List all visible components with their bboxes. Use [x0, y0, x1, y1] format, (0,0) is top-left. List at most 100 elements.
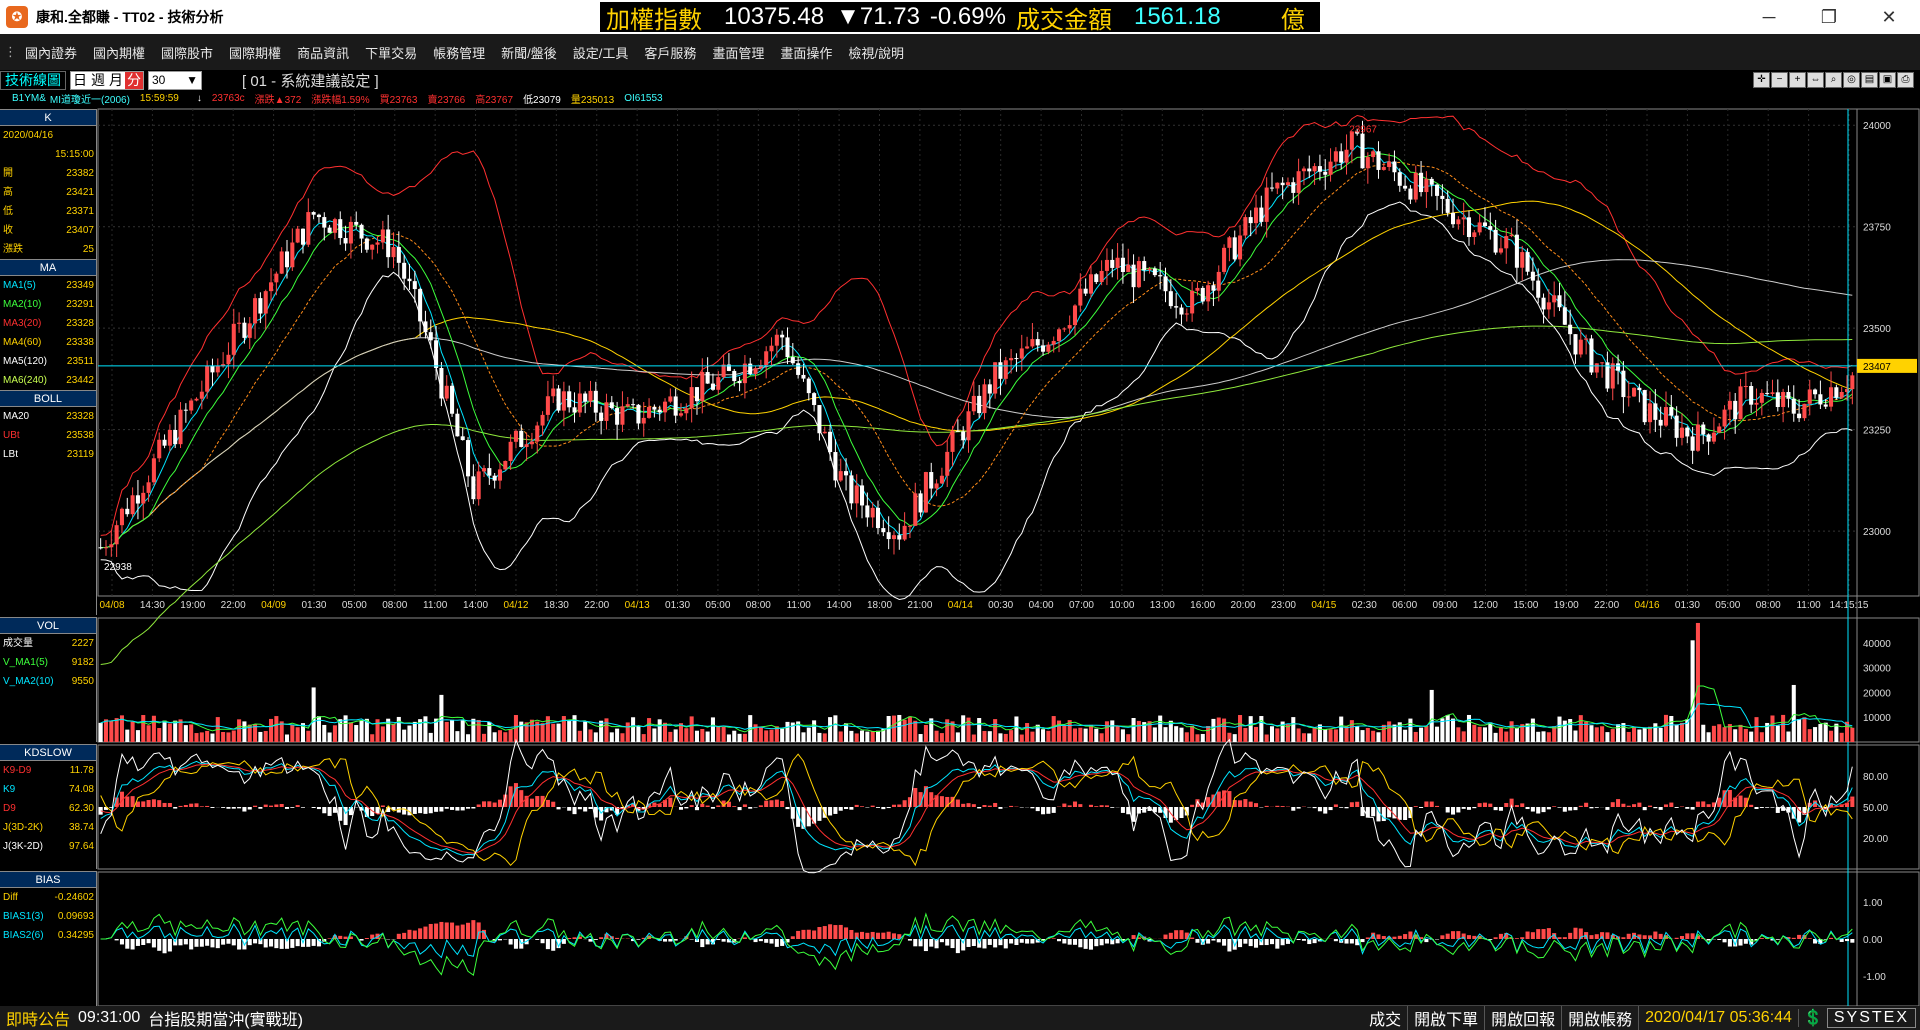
volume-bar: [103, 719, 109, 742]
kd-diff-bar: [939, 796, 944, 807]
candle-body: [444, 385, 449, 399]
bias-diff-bar: [1727, 939, 1732, 947]
bias-diff-bar: [971, 939, 976, 947]
volume-bar: [199, 732, 204, 742]
candle-body: [977, 395, 982, 414]
candle-body: [785, 337, 790, 358]
candle-body: [1419, 172, 1424, 193]
crosshair-icon[interactable]: ✛: [1753, 72, 1770, 88]
bias-diff-bar: [689, 939, 694, 940]
candle-body: [130, 495, 135, 515]
minimize-icon[interactable]: ─: [1746, 0, 1792, 34]
kd-diff-bar: [977, 807, 982, 809]
kd-diff-bar: [1099, 805, 1104, 807]
status-open-order-button[interactable]: 開啟下單: [1408, 1006, 1486, 1030]
indicator-setting[interactable]: [ 01 - 系統建議設定 ]: [242, 70, 379, 91]
menu-item[interactable]: 商品資訊: [289, 43, 357, 62]
candle-body: [1658, 419, 1663, 426]
kd-diff-bar: [545, 799, 550, 807]
status-open-report-button[interactable]: 開啟回報: [1485, 1006, 1563, 1030]
move-icon[interactable]: ⇔: [1807, 72, 1824, 88]
volume-bar: [891, 715, 896, 742]
maximize-icon[interactable]: ❐: [1806, 0, 1852, 34]
period-minute-button[interactable]: 分: [125, 71, 143, 89]
period-day-button[interactable]: 日: [71, 71, 89, 89]
volume-bar: [982, 730, 987, 742]
zoom-out-icon[interactable]: −: [1771, 72, 1788, 88]
candle-body: [1701, 424, 1706, 435]
candle-body: [178, 409, 183, 445]
magnify-icon[interactable]: ◎: [1843, 72, 1860, 88]
ticker-turnover-label: 成交金額: [1015, 6, 1112, 34]
candle-body: [551, 388, 556, 397]
kd-diff-bar: [189, 803, 194, 807]
menu-item[interactable]: 畫面操作: [772, 43, 840, 62]
volume-bar: [1781, 714, 1786, 742]
chart-toolbar: 技術線圖 日 週 月 分 30 ▼ [ 01 - 系統建議設定 ]: [0, 70, 1920, 90]
volume-bar: [1365, 727, 1370, 742]
volume-bar: [1195, 734, 1200, 742]
bias-diff-bar: [1072, 939, 1078, 945]
kd-diff-bar: [1456, 807, 1461, 813]
volume-bar: [167, 723, 172, 742]
candle-body: [1280, 182, 1285, 186]
candle-body: [1557, 295, 1562, 308]
volume-bar: [1232, 734, 1237, 742]
status-open-account-button[interactable]: 開啟帳務: [1562, 1006, 1640, 1030]
kd-diff-bar: [1291, 807, 1296, 811]
candle-body: [1328, 161, 1333, 175]
zoom-in-icon[interactable]: +: [1789, 72, 1806, 88]
menu-item[interactable]: 客戶服務: [636, 43, 704, 62]
news-text[interactable]: 台指股期當沖(實戰班): [148, 1006, 303, 1030]
menu-item[interactable]: 國內證券: [17, 43, 85, 62]
candle-body: [1104, 259, 1109, 271]
kd-diff-bar: [242, 807, 247, 812]
menu-item[interactable]: 新聞/盤後: [493, 43, 565, 62]
minute-select[interactable]: 30 ▼: [148, 70, 202, 90]
candle-body: [1238, 235, 1243, 260]
menu-item[interactable]: 國際股市: [153, 43, 221, 62]
news-label[interactable]: 即時公告: [0, 1006, 76, 1030]
volume-bar: [1387, 721, 1392, 742]
bias-diff-bar: [572, 937, 577, 939]
status-trade-button[interactable]: 成交: [1363, 1006, 1409, 1030]
candle-body: [966, 411, 971, 441]
candle-body: [439, 368, 444, 399]
period-month-button[interactable]: 月: [107, 71, 125, 89]
menu-item[interactable]: 畫面管理: [704, 43, 772, 62]
note-icon[interactable]: ▤: [1861, 72, 1878, 88]
print-icon[interactable]: ⎙: [1897, 72, 1914, 88]
technical-chart[interactable]: 23000 23250 23500 23750 24000 04/08 14:30 19:00…: [0, 106, 1920, 1006]
kd-diff-bar: [1759, 807, 1764, 808]
index-ticker: 加權指數 10375.48 ▼71.73 -0.69% 成交金額 1561.18…: [600, 2, 1320, 34]
menu-item[interactable]: 帳務管理: [425, 43, 493, 62]
candle-body: [588, 390, 593, 402]
bias-diff-bar: [1344, 939, 1349, 944]
kd-diff-bar: [1365, 807, 1370, 818]
time-tick-label: 08:00: [1756, 600, 1781, 611]
candle-body: [1733, 400, 1738, 420]
menu-item[interactable]: 下單交易: [357, 43, 425, 62]
candle-body: [327, 227, 332, 233]
menu-item[interactable]: 設定/工具: [565, 43, 637, 62]
volume-bar: [1296, 728, 1301, 742]
search-icon[interactable]: ⌕: [1825, 72, 1842, 88]
menu-item[interactable]: 國內期權: [85, 43, 153, 62]
volume-bar: [604, 718, 609, 742]
candle-body: [1216, 271, 1221, 291]
close-icon[interactable]: ✕: [1866, 0, 1912, 34]
period-week-button[interactable]: 週: [89, 71, 107, 89]
volume-bar: [1482, 727, 1487, 742]
bias-diff-bar: [508, 939, 513, 945]
bias-diff-bar: [290, 939, 295, 948]
kd-diff-bar: [1482, 802, 1487, 807]
menu-item[interactable]: 國際期權: [221, 43, 289, 62]
dollar-icon[interactable]: 💲: [1799, 1008, 1827, 1028]
menu-item[interactable]: 檢視/說明: [840, 43, 912, 62]
time-tick-label: 14:30: [140, 600, 165, 611]
candle-body: [812, 393, 817, 406]
save-icon[interactable]: ▣: [1879, 72, 1896, 88]
volume-bar: [258, 731, 263, 742]
candle-body: [1168, 291, 1173, 307]
kd-diff-bar: [1344, 807, 1349, 809]
